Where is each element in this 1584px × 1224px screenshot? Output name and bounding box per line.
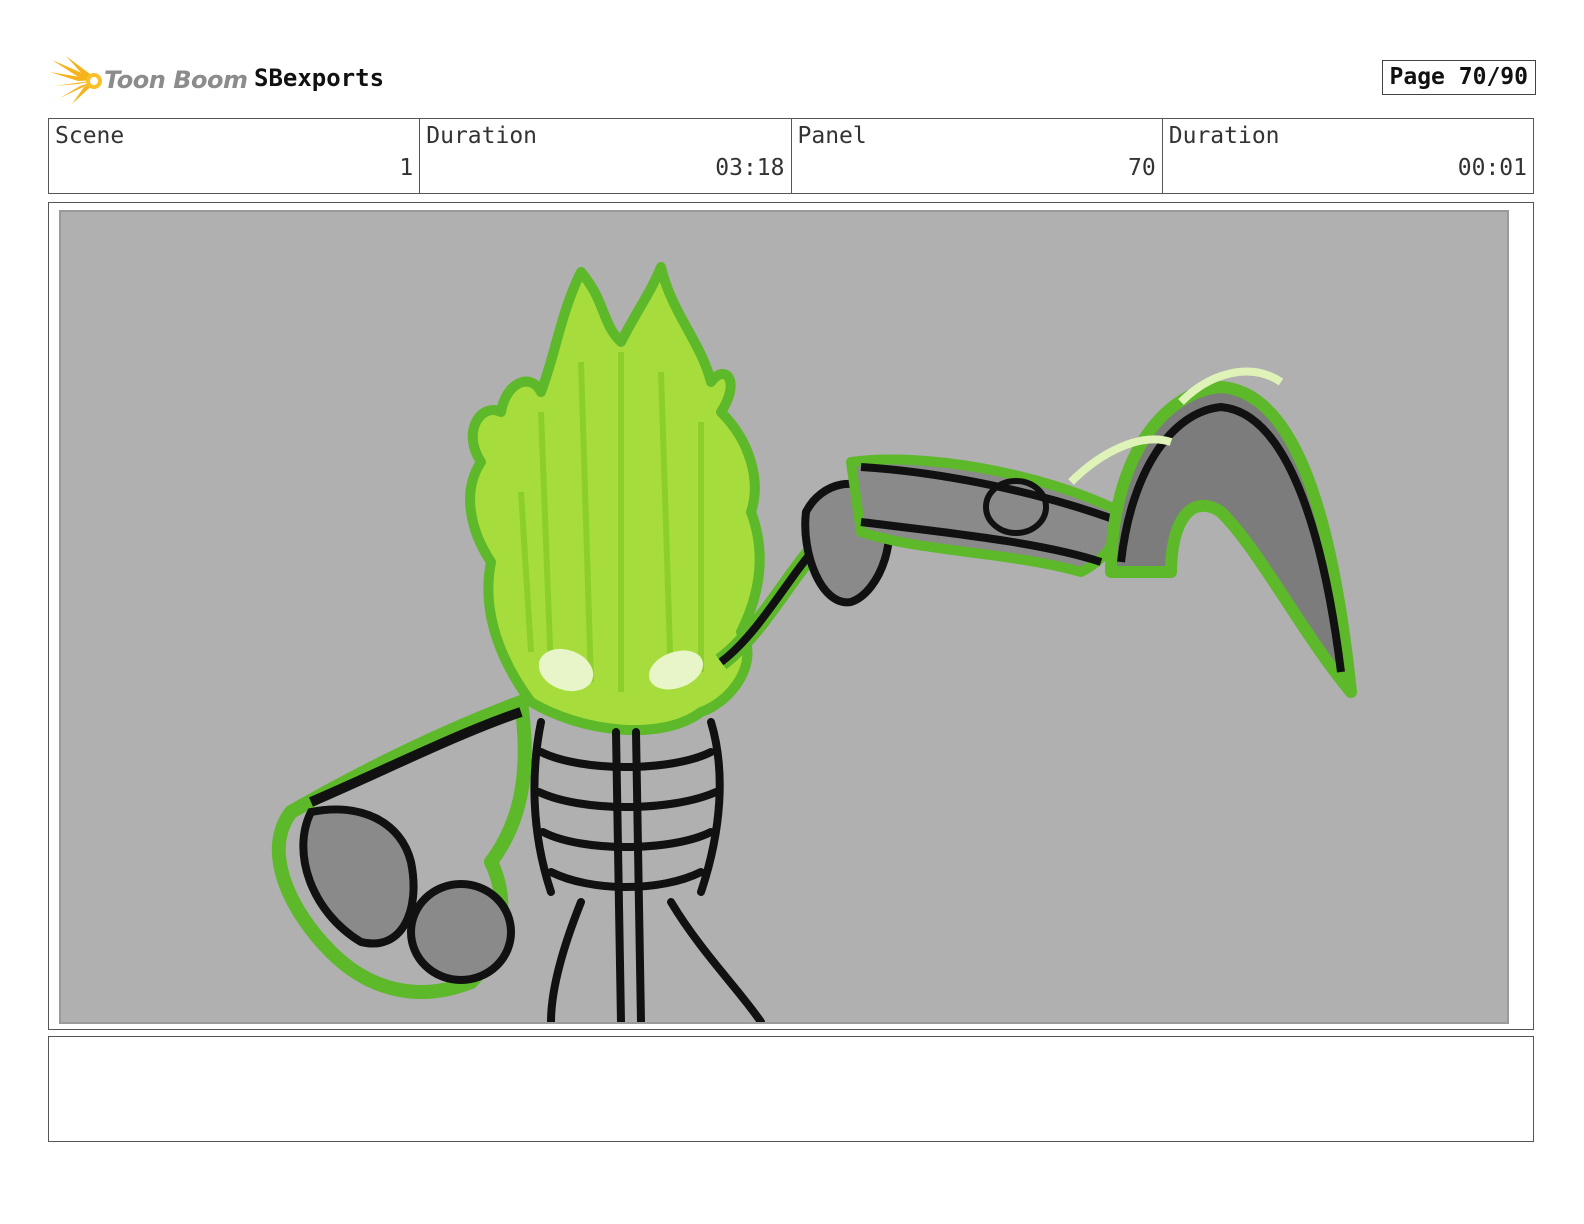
panel-cell: Panel 70 (792, 119, 1163, 193)
scene-cell: Scene 1 (49, 119, 421, 193)
panel-label: Panel (797, 123, 867, 149)
scene-label: Scene (55, 123, 125, 149)
logo-text: Toon Boom (104, 66, 248, 94)
scene-value: 1 (399, 155, 414, 181)
panel-duration-label: Duration (1168, 123, 1280, 149)
scene-duration-cell: Duration 03:18 (420, 119, 792, 193)
flaming-skeleton-sketch (271, 262, 1357, 1022)
left-fist (299, 805, 418, 948)
flame-head (465, 262, 765, 736)
panel-duration-value: 00:01 (1457, 155, 1527, 181)
page-number: Page 70/90 (1381, 60, 1536, 95)
panel-duration-cell: Duration 00:01 (1163, 119, 1533, 193)
project-name: SBexports (254, 64, 385, 92)
skeleton-torso (530, 718, 765, 1022)
scene-duration-value: 03:18 (715, 155, 785, 181)
starburst-logo-icon (50, 56, 102, 104)
page-header: Toon Boom SBexports Page 70/90 (50, 56, 1536, 104)
panel-notes-area (48, 1036, 1534, 1142)
panel-info-table: Scene 1 Duration 03:18 Panel 70 Duration… (48, 118, 1534, 194)
storyboard-panel-frame (48, 202, 1534, 1030)
toon-boom-logo: Toon Boom (50, 56, 250, 106)
scene-duration-label: Duration (426, 123, 538, 149)
storyboard-panel-image (59, 210, 1509, 1024)
panel-value: 70 (1128, 155, 1156, 181)
